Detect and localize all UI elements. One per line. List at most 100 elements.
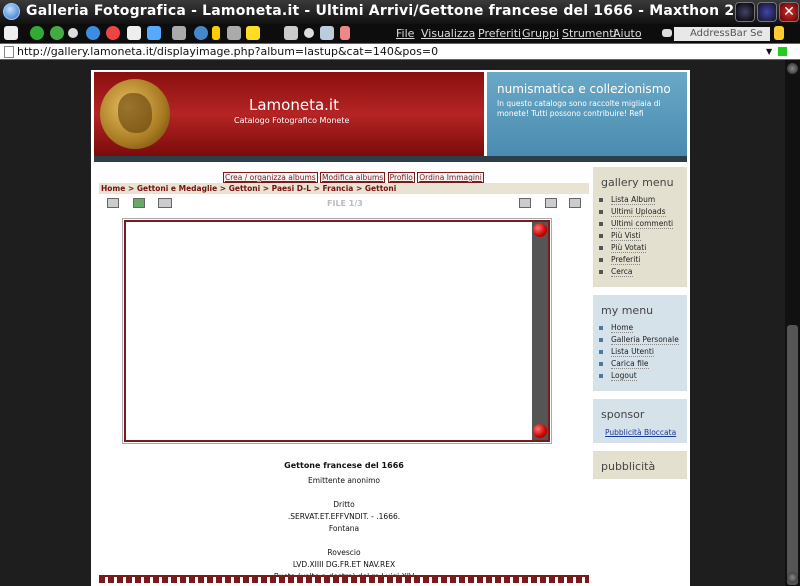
sponsor-link[interactable]: Pubblicità Bloccata bbox=[593, 426, 687, 437]
next-icon[interactable] bbox=[569, 198, 581, 208]
obverse-label: Dritto bbox=[333, 500, 355, 509]
header-divider bbox=[94, 156, 687, 162]
sidebar-item-home[interactable]: Home bbox=[599, 322, 687, 334]
image-nav-row: FILE 1/3 bbox=[99, 198, 589, 210]
undo-icon[interactable] bbox=[147, 26, 161, 40]
my-menu-panel: my menu Home Galleria Personale Lista Ut… bbox=[593, 295, 687, 391]
sidebar-item-galleria-personale[interactable]: Galleria Personale bbox=[599, 334, 687, 346]
tab-sort-images[interactable]: Ordina Immagini bbox=[417, 172, 484, 183]
sidebar-item-ultimi-commenti[interactable]: Ultimi commenti bbox=[599, 218, 687, 230]
maxthon-app-icon[interactable] bbox=[3, 3, 20, 20]
admin-tabs: Crea / organizza albums Modifica albums … bbox=[223, 172, 484, 183]
header-banner: Lamoneta.it Catalogo Fotografico Monete bbox=[94, 72, 484, 156]
scroll-down-icon[interactable] bbox=[533, 424, 547, 438]
return-thumbnails-icon[interactable] bbox=[107, 198, 119, 208]
file-counter: FILE 1/3 bbox=[327, 199, 363, 208]
sponsor-title: sponsor bbox=[601, 408, 645, 421]
sponsor-panel: sponsor Pubblicità Bloccata bbox=[593, 399, 687, 443]
info-text: In questo catalogo sono raccolte migliai… bbox=[497, 99, 661, 118]
search-input[interactable]: AddressBar Se bbox=[674, 27, 770, 41]
favorites-star-icon[interactable] bbox=[246, 26, 260, 40]
filmstrip bbox=[99, 575, 589, 583]
info-icon[interactable] bbox=[133, 198, 145, 208]
sidebar-item-cerca[interactable]: Cerca bbox=[599, 266, 687, 278]
forward-icon[interactable] bbox=[50, 26, 64, 40]
reverse-legend: LVD.XIIII DG.FR.ET NAV.REX bbox=[292, 560, 396, 569]
new-page-icon[interactable] bbox=[4, 26, 18, 40]
prev-icon[interactable] bbox=[545, 198, 557, 208]
image-title: Gettone francese del 1666 bbox=[284, 461, 404, 470]
breadcrumb[interactable]: Home > Gettoni e Medaglie > Gettoni > Pa… bbox=[99, 183, 589, 194]
ecard-icon[interactable] bbox=[519, 198, 531, 208]
site-subtitle: Catalogo Fotografico Monete bbox=[234, 116, 350, 125]
gallery-menu-panel: gallery menu Lista Album Ultimi Uploads … bbox=[593, 167, 687, 287]
feed-icon[interactable] bbox=[227, 26, 241, 40]
window-titlebar: Galleria Fotografica - Lamoneta.it - Ult… bbox=[0, 0, 800, 24]
menu-file[interactable]: File bbox=[396, 27, 414, 40]
back-icon[interactable] bbox=[30, 26, 44, 40]
sidebar-item-piu-visti[interactable]: Più Visti bbox=[599, 230, 687, 242]
menu-gruppi[interactable]: Gruppi bbox=[522, 27, 559, 40]
camera-icon[interactable] bbox=[284, 26, 298, 40]
page-icon bbox=[4, 46, 14, 58]
pencil-icon[interactable] bbox=[774, 26, 784, 40]
tab-edit-albums[interactable]: Modifica albums bbox=[320, 172, 386, 183]
slideshow-icon[interactable] bbox=[158, 198, 172, 208]
minimize-button[interactable] bbox=[735, 2, 755, 22]
sidebar-item-piu-votati[interactable]: Più Votati bbox=[599, 242, 687, 254]
gallery-menu-title: gallery menu bbox=[601, 176, 674, 189]
scrollbar-thumb[interactable] bbox=[787, 325, 798, 585]
window-title: Galleria Fotografica - Lamoneta.it - Ult… bbox=[26, 3, 757, 19]
scroll-up-icon[interactable] bbox=[533, 223, 547, 237]
obverse-legend: .SERVAT.ET.EFFVNDIT. - .1666. bbox=[287, 512, 401, 521]
sidebar-item-lista-album[interactable]: Lista Album bbox=[599, 194, 687, 206]
chevron-down-icon[interactable]: ▼ bbox=[766, 47, 772, 56]
sidebar-item-lista-utenti[interactable]: Lista Utenti bbox=[599, 346, 687, 358]
refresh-icon[interactable] bbox=[86, 26, 100, 40]
image-description: Gettone francese del 1666 Emittente anon… bbox=[99, 460, 589, 583]
site-header: Lamoneta.it Catalogo Fotografico Monete … bbox=[94, 72, 687, 162]
menu-strumenti[interactable]: Strumenti bbox=[562, 27, 617, 40]
page-icon[interactable] bbox=[320, 26, 334, 40]
my-menu-title: my menu bbox=[601, 304, 654, 317]
reverse-label: Rovescio bbox=[327, 548, 361, 557]
home-icon[interactable] bbox=[127, 26, 141, 40]
tab-create-albums[interactable]: Crea / organizza albums bbox=[223, 172, 318, 183]
note-icon[interactable] bbox=[340, 26, 350, 40]
web-page: Lamoneta.it Catalogo Fotografico Monete … bbox=[91, 70, 690, 586]
clock-icon[interactable] bbox=[194, 26, 208, 40]
sidebar-item-preferiti[interactable]: Preferiti bbox=[599, 254, 687, 266]
lightning-icon[interactable] bbox=[212, 26, 220, 40]
header-info-box: numismatica e collezionismo In questo ca… bbox=[487, 72, 687, 156]
sidebar-item-logout[interactable]: Logout bbox=[599, 370, 687, 382]
go-icon[interactable] bbox=[778, 47, 787, 56]
sidebar-item-ultimi-uploads[interactable]: Ultimi Uploads bbox=[599, 206, 687, 218]
ads-title: pubblicità bbox=[601, 460, 656, 473]
image-frame[interactable] bbox=[122, 218, 552, 444]
issuer: Emittente anonimo bbox=[308, 476, 380, 485]
obverse-type: Fontana bbox=[328, 524, 360, 533]
site-name[interactable]: Lamoneta.it bbox=[249, 96, 339, 114]
tab-profile[interactable]: Profilo bbox=[387, 172, 415, 183]
address-bar[interactable]: http://gallery.lamoneta.it/displayimage.… bbox=[0, 43, 800, 60]
scroll-down-icon[interactable] bbox=[787, 572, 798, 583]
menu-preferiti[interactable]: Preferiti bbox=[478, 27, 521, 40]
dropdown-icon[interactable] bbox=[68, 28, 78, 38]
sidebar-item-carica-file[interactable]: Carica file bbox=[599, 358, 687, 370]
browser-viewport: Lamoneta.it Catalogo Fotografico Monete … bbox=[0, 60, 785, 586]
dropdown-icon[interactable] bbox=[304, 28, 314, 38]
menu-visualizza[interactable]: Visualizza bbox=[421, 27, 475, 40]
search-engine-icon[interactable] bbox=[662, 29, 672, 37]
tools-icon[interactable] bbox=[172, 26, 186, 40]
vertical-scrollbar[interactable] bbox=[785, 60, 800, 586]
url-input[interactable]: http://gallery.lamoneta.it/displayimage.… bbox=[17, 45, 438, 58]
image-scrollbar[interactable] bbox=[532, 222, 548, 440]
close-button[interactable]: ✕ bbox=[779, 2, 799, 22]
menu-toolbar: File Visualizza Preferiti Gruppi Strumen… bbox=[0, 24, 800, 43]
ads-panel: pubblicità bbox=[593, 451, 687, 479]
maximize-button[interactable] bbox=[757, 2, 777, 22]
menu-aiuto[interactable]: Aiuto bbox=[613, 27, 642, 40]
stop-icon[interactable] bbox=[106, 26, 120, 40]
coin-logo-image bbox=[100, 79, 170, 149]
scroll-up-icon[interactable] bbox=[787, 63, 798, 74]
